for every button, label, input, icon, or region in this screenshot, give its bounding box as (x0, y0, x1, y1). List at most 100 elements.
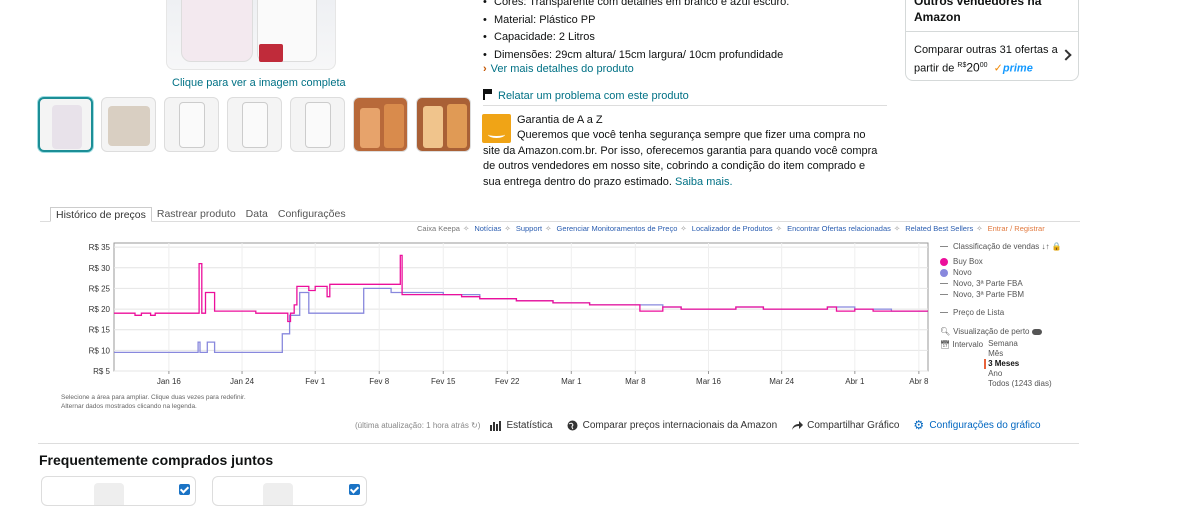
legend-sales-rank-label: Classificação de vendas (953, 242, 1040, 251)
price-history-chart[interactable]: R$ 5 R$ 10 R$ 15 R$ 20 R$ 25 R$ 30 R$ 35 Jan 16… (66, 241, 1076, 391)
legend-buy-box[interactable]: Buy Box (940, 256, 1062, 267)
legend-list-price[interactable]: Preço de Lista (940, 307, 1062, 318)
statistics-label: Estatística (506, 420, 553, 431)
more-details-label: Ver mais detalhes do produto (490, 63, 634, 75)
close-view-toggle[interactable]: 🔍︎ Visualização de perto (940, 326, 1062, 337)
checkbox-checked-icon[interactable] (179, 484, 190, 495)
y-tick-label: R$ 5 (93, 367, 110, 376)
legend-buy-box-label: Buy Box (953, 257, 983, 266)
tab-settings[interactable]: Configurações (273, 207, 351, 222)
y-tick-label: R$ 10 (89, 346, 111, 355)
product-main-image[interactable] (166, 0, 336, 70)
x-tick-label: Fev 22 (495, 377, 520, 386)
compare-prefix: partir de (914, 62, 955, 75)
fbt-item-card[interactable] (212, 476, 367, 506)
interval-options: Semana Mês 3 Meses Ano Todos (1243 dias) (984, 339, 1052, 389)
x-tick-label: Jan 24 (230, 377, 255, 386)
thumbnail[interactable] (38, 97, 93, 152)
support-link[interactable]: Support (516, 224, 542, 233)
interval-label: Intervalo (952, 340, 984, 349)
news-link[interactable]: Notícias (474, 224, 501, 233)
feature-bullet: Dimensões: 29cm altura/ 15cm largura/ 10… (483, 47, 789, 65)
last-updated-text: (última atualização: 1 hora atrás (355, 421, 469, 430)
toggle-icon[interactable] (1031, 328, 1042, 335)
other-sellers-box[interactable]: Outros vendedores na Amazon Comparar out… (905, 0, 1079, 81)
price-fraction: 00 (979, 62, 988, 69)
statistics-button[interactable]: Estatística (490, 420, 553, 431)
compare-offers-text: Comparar outras 31 ofertas a (914, 44, 1058, 56)
more-details-link[interactable]: › Ver mais detalhes do produto (483, 63, 634, 75)
x-tick-label: Fev 15 (431, 377, 456, 386)
chart-settings-label: Configurações do gráfico (929, 420, 1041, 431)
compare-international-button[interactable]: Comparar preços internacionais da Amazon (567, 420, 778, 431)
tab-data[interactable]: Data (241, 207, 273, 222)
gear-icon: ⚙ (913, 418, 925, 432)
compare-international-label: Comparar preços internacionais da Amazon (582, 420, 778, 431)
share-icon (791, 420, 804, 431)
learn-more-link[interactable]: Saiba mais. (675, 176, 732, 188)
range-week[interactable]: Semana (988, 339, 1052, 349)
related-deals-link[interactable]: Encontrar Ofertas relacionadas (787, 224, 891, 233)
legend-new[interactable]: Novo (940, 267, 1062, 278)
product-finder-link[interactable]: Localizador de Produtos (692, 224, 773, 233)
legend-sales-rank[interactable]: Classificação de vendas ↓↑ 🔒 (940, 241, 1062, 252)
thumbnail[interactable] (227, 97, 282, 152)
chart-settings-button[interactable]: ⚙ Configurações do gráfico (913, 418, 1041, 432)
keepa-box-link[interactable]: Caixa Keepa (417, 224, 460, 233)
thumbnail[interactable] (416, 97, 471, 152)
view-full-image-link[interactable]: Clique para ver a imagem completa (172, 77, 346, 89)
compare-offers[interactable]: Comparar outras 31 ofertas a partir de R… (914, 43, 1064, 77)
guarantee-text: Queremos que você tenha segurança sempre… (483, 128, 878, 190)
keepa-tabs: Histórico de preços Rastrear produto Dat… (40, 207, 1080, 222)
related-best-sellers-link[interactable]: Related Best Sellers (905, 224, 973, 233)
range-year[interactable]: Ano (988, 369, 1052, 379)
feature-bullet: Cores: Transparente com detalhes em bran… (483, 0, 789, 12)
login-register-link[interactable]: Entrar / Registrar (988, 224, 1045, 233)
legend-new-fbm[interactable]: Novo, 3ª Parte FBM (940, 289, 1062, 300)
range-all[interactable]: Todos (1243 dias) (988, 379, 1052, 389)
thumbnail[interactable] (164, 97, 219, 152)
report-problem-label: Relatar um problema com este produto (498, 90, 689, 102)
refresh-icon[interactable]: ↻) (471, 421, 480, 430)
checkbox-checked-icon[interactable] (349, 484, 360, 495)
x-tick-label: Jan 16 (157, 377, 182, 386)
share-chart-label: Compartilhar Gráfico (807, 420, 900, 431)
last-updated: (última atualização: 1 hora atrás ↻) (355, 421, 480, 430)
range-3-months[interactable]: 3 Meses (984, 359, 1052, 369)
thumbnail[interactable] (101, 97, 156, 152)
range-month[interactable]: Mês (988, 349, 1052, 359)
feature-bullet: Capacidade: 2 Litros (483, 29, 789, 47)
x-tick-label: Mar 8 (625, 377, 646, 386)
close-view-label: Visualização de perto (953, 327, 1030, 336)
tab-price-history[interactable]: Histórico de preços (50, 207, 152, 222)
x-tick-label: Fev 1 (305, 377, 326, 386)
report-problem-link[interactable]: Relatar um problema com este produto (483, 88, 887, 106)
interval-label-wrap: 📅︎ Intervalo (940, 339, 983, 389)
x-tick-label: Abr 1 (845, 377, 865, 386)
capacity-tag-image (259, 44, 283, 62)
frequently-bought-title: Frequentemente comprados juntos (39, 452, 274, 468)
sort-icon[interactable]: ↓↑ (1042, 241, 1050, 252)
legend-new-fba[interactable]: Novo, 3ª Parte FBA (940, 278, 1062, 289)
x-tick-label: Fev 8 (369, 377, 390, 386)
search-icon: 🔍︎ (940, 327, 951, 336)
thumbnail-strip (38, 97, 471, 152)
manage-tracking-link[interactable]: Gerenciar Monitoramentos de Preço (557, 224, 678, 233)
y-tick-label: R$ 25 (89, 284, 111, 293)
chart-note: Selecione a área para ampliar. Clique du… (61, 394, 246, 401)
share-chart-button[interactable]: Compartilhar Gráfico (791, 420, 899, 431)
prime-check-icon: ✓ (993, 62, 1003, 75)
chart-toolbar: (última atualização: 1 hora atrás ↻) Est… (355, 418, 1055, 432)
fbt-item-card[interactable] (41, 476, 196, 506)
thumbnail[interactable] (353, 97, 408, 152)
x-tick-label: Mar 24 (769, 377, 794, 386)
divider (38, 443, 1079, 444)
x-tick-label: Mar 1 (561, 377, 582, 386)
y-tick-label: R$ 35 (89, 243, 111, 252)
thumbnail[interactable] (290, 97, 345, 152)
legend-list-price-label: Preço de Lista (953, 308, 1005, 317)
y-tick-label: R$ 20 (89, 305, 111, 314)
tab-track-product[interactable]: Rastrear produto (152, 207, 241, 222)
chart-notes: Selecione a área para ampliar. Clique du… (61, 393, 246, 411)
prime-badge: ✓prime (994, 63, 1033, 75)
